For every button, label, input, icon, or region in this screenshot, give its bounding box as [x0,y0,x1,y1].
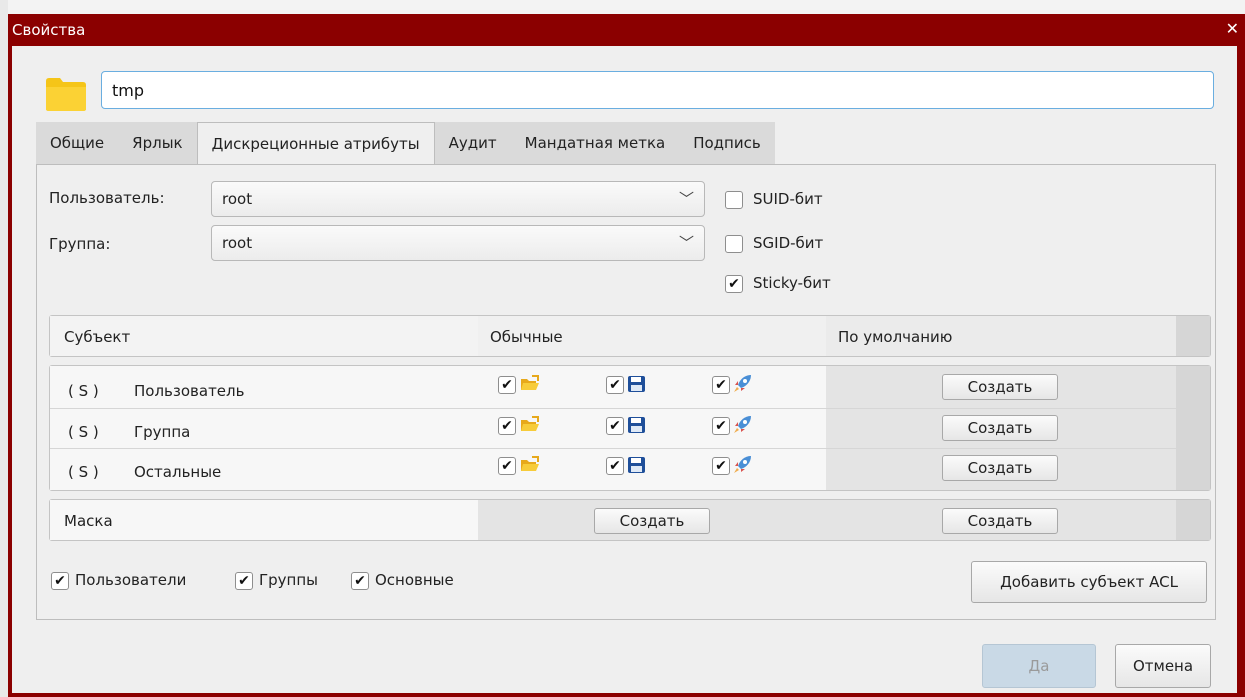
row-subject: Группа [134,423,191,441]
acl-row: ( S ) Пользователь ✔ ✔ ✔ Создать [50,368,1210,408]
rocket-icon [734,416,751,433]
add-acl-subject-button[interactable]: Добавить субъект ACL [971,561,1207,603]
suid-checkbox[interactable] [725,191,743,209]
create-mask-button[interactable]: Создать [594,508,710,534]
row-subject: Остальные [134,463,222,481]
chevron-down-icon: ﹀ [678,190,694,208]
exec-checkbox[interactable]: ✔ [712,457,730,475]
open-folder-icon [521,456,539,471]
read-checkbox[interactable]: ✔ [498,417,516,435]
mask-label: Маска [64,512,113,530]
floppy-disk-icon [628,417,645,433]
create-default-mask-button[interactable]: Создать [942,508,1058,534]
filter-groups-checkbox[interactable]: ✔ [235,572,253,590]
tab-bar: Общие Ярлык Дискреционные атрибуты Аудит… [36,122,775,165]
create-default-acl-button[interactable]: Создать [942,415,1058,441]
read-checkbox[interactable]: ✔ [498,376,516,394]
acl-mask-row: Маска Создать Создать [49,499,1211,541]
open-folder-icon [521,416,539,431]
header-subject: Субъект [64,328,131,346]
write-checkbox[interactable]: ✔ [606,376,624,394]
filter-basic-label: Основные [375,571,454,589]
tab-general[interactable]: Общие [36,122,119,164]
owner-value: root [222,190,253,208]
file-name-input[interactable] [101,71,1214,109]
rocket-icon [734,456,751,473]
open-folder-icon [521,375,539,390]
filter-users-checkbox[interactable]: ✔ [51,572,69,590]
group-value: root [222,234,253,252]
header-end-col [1176,316,1210,356]
write-checkbox[interactable]: ✔ [606,457,624,475]
row-subject: Пользователь [134,382,245,400]
properties-dialog: Свойства ✕ Общие Ярлык Дискреционные атр… [8,14,1245,697]
floppy-disk-icon [628,376,645,392]
suid-label: SUID-бит [753,190,823,208]
create-default-acl-button[interactable]: Создать [942,455,1058,481]
acl-row: ( S ) Остальные ✔ ✔ ✔ Создать [50,448,1210,489]
header-default: По умолчанию [838,328,953,346]
sticky-label: Sticky-бит [753,274,831,292]
sticky-checkbox[interactable]: ✔ [725,275,743,293]
sgid-checkbox[interactable] [725,235,743,253]
dialog-body: Общие Ярлык Дискреционные атрибуты Аудит… [12,46,1237,693]
filter-basic-checkbox[interactable]: ✔ [351,572,369,590]
floppy-disk-icon [628,457,645,473]
group-select[interactable]: root ﹀ [211,225,705,261]
tab-signature[interactable]: Подпись [679,122,775,164]
create-default-acl-button[interactable]: Создать [942,374,1058,400]
row-prefix: ( S ) [68,382,99,400]
sgid-label: SGID-бит [753,234,824,252]
folder-icon [46,78,86,111]
exec-checkbox[interactable]: ✔ [712,417,730,435]
row-prefix: ( S ) [68,423,99,441]
chevron-down-icon: ﹀ [678,234,694,252]
title-bar: Свойства ✕ [8,14,1245,46]
write-checkbox[interactable]: ✔ [606,417,624,435]
owner-label: Пользователь: [49,189,165,207]
cancel-button[interactable]: Отмена [1115,644,1211,688]
filter-users-label: Пользователи [75,571,187,589]
group-label: Группа: [49,235,111,253]
acl-header: Субъект Обычные По умолчанию [49,315,1211,357]
rocket-icon [734,375,751,392]
mask-subject-col [50,500,478,540]
owner-select[interactable]: root ﹀ [211,181,705,217]
filter-groups-label: Группы [259,571,319,589]
row-prefix: ( S ) [68,463,99,481]
close-icon[interactable]: ✕ [1226,19,1239,38]
window-title: Свойства [12,21,86,39]
background-desktop [0,0,1245,697]
background-sidebar [0,0,8,697]
tab-shortcut[interactable]: Ярлык [118,122,197,164]
tab-discretionary-attributes[interactable]: Дискреционные атрибуты [196,122,435,165]
tab-audit[interactable]: Аудит [434,122,511,164]
header-normal: Обычные [490,328,563,346]
discretionary-panel: Пользователь: root ﹀ Группа: root ﹀ SUID… [36,164,1216,620]
acl-row: ( S ) Группа ✔ ✔ ✔ Создать [50,408,1210,449]
acl-entries: ( S ) Пользователь ✔ ✔ ✔ Создать ( S ) Г… [49,365,1211,491]
read-checkbox[interactable]: ✔ [498,457,516,475]
ok-button[interactable]: Да [982,644,1096,688]
exec-checkbox[interactable]: ✔ [712,376,730,394]
mask-end-col [1176,500,1210,540]
tab-mandatory-label[interactable]: Мандатная метка [510,122,680,164]
